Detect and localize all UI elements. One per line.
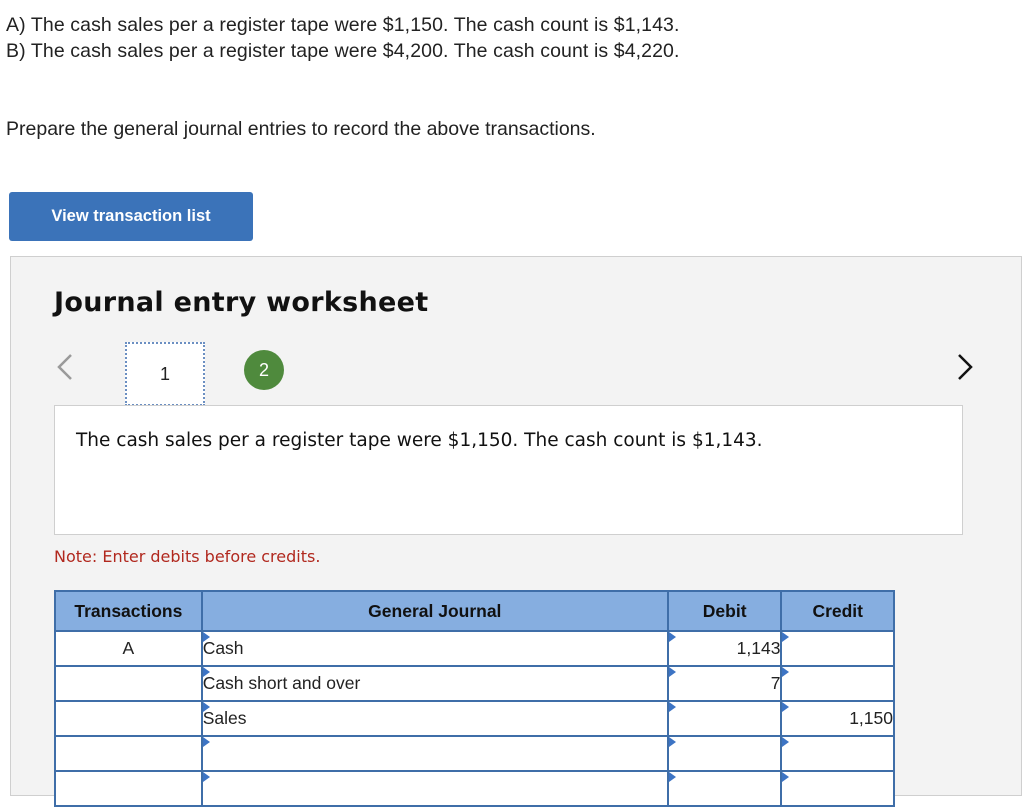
transaction-cell: [54, 665, 203, 702]
journal-entry-worksheet: Journal entry worksheet 1 2 The cash sal…: [10, 256, 1022, 807]
table-row: Cash short and over 7: [54, 665, 895, 702]
header-transactions: Transactions: [54, 590, 203, 632]
debit-field[interactable]: [666, 735, 783, 772]
account-field[interactable]: Cash: [200, 630, 669, 667]
debit-field[interactable]: [666, 700, 783, 737]
credit-field[interactable]: [780, 630, 895, 667]
dropdown-marker-icon: [202, 772, 210, 782]
credit-field[interactable]: 1,150: [780, 700, 895, 737]
chevron-left-icon[interactable]: [51, 347, 81, 387]
dropdown-marker-icon: [782, 632, 790, 642]
journal-table: Transactions General Journal Debit Credi…: [54, 590, 895, 807]
table-row: [54, 735, 895, 772]
debit-field[interactable]: 1,143: [666, 630, 783, 667]
dropdown-marker-icon: [782, 702, 790, 712]
dropdown-marker-icon: [668, 702, 676, 712]
transaction-description: The cash sales per a register tape were …: [76, 430, 763, 451]
account-value: Cash short and over: [202, 673, 361, 693]
header-credit: Credit: [780, 590, 895, 632]
journal-header-row: Transactions General Journal Debit Credi…: [54, 590, 895, 632]
debit-field[interactable]: 7: [666, 665, 783, 702]
step-2-label: 2: [258, 359, 269, 380]
problem-line-b: B) The cash sales per a register tape we…: [6, 40, 680, 62]
worksheet-title: Journal entry worksheet: [54, 287, 429, 318]
header-general-journal: General Journal: [200, 590, 669, 632]
instruction-text: Prepare the general journal entries to r…: [6, 118, 596, 140]
table-row: [54, 770, 895, 807]
note-text: Note: Enter debits before credits.: [54, 547, 321, 566]
step-2-tab[interactable]: 2: [244, 350, 284, 390]
step-1-tab[interactable]: 1: [125, 342, 205, 406]
credit-value: 1,150: [849, 708, 893, 728]
dropdown-marker-icon: [782, 737, 790, 747]
transaction-cell: [54, 735, 203, 772]
account-field[interactable]: [200, 770, 669, 807]
credit-field[interactable]: [780, 735, 895, 772]
debit-value: 1,143: [736, 638, 781, 658]
dropdown-marker-icon: [202, 702, 210, 712]
account-field[interactable]: Sales: [200, 700, 669, 737]
header-debit: Debit: [666, 590, 783, 632]
dropdown-marker-icon: [782, 667, 790, 677]
dropdown-marker-icon: [668, 632, 676, 642]
credit-field[interactable]: [780, 770, 895, 807]
dropdown-marker-icon: [782, 772, 790, 782]
problem-line-a: A) The cash sales per a register tape we…: [6, 14, 680, 36]
account-field[interactable]: Cash short and over: [200, 665, 669, 702]
transaction-cell: [54, 770, 203, 807]
debit-field[interactable]: [666, 770, 783, 807]
table-row: A Cash 1,143: [54, 630, 895, 667]
chevron-right-icon[interactable]: [949, 347, 979, 387]
transaction-cell: [54, 700, 203, 737]
transaction-cell: A: [54, 630, 203, 667]
table-row: Sales 1,150: [54, 700, 895, 737]
dropdown-marker-icon: [668, 772, 676, 782]
credit-field[interactable]: [780, 665, 895, 702]
debit-value: 7: [770, 673, 781, 693]
dropdown-marker-icon: [202, 667, 210, 677]
dropdown-marker-icon: [202, 737, 210, 747]
dropdown-marker-icon: [202, 632, 210, 642]
step-1-label: 1: [159, 363, 170, 384]
dropdown-marker-icon: [668, 737, 676, 747]
dropdown-marker-icon: [668, 667, 676, 677]
view-transaction-list-button[interactable]: View transaction list: [9, 192, 253, 241]
account-field[interactable]: [200, 735, 669, 772]
transaction-description-box: The cash sales per a register tape were …: [54, 405, 963, 535]
